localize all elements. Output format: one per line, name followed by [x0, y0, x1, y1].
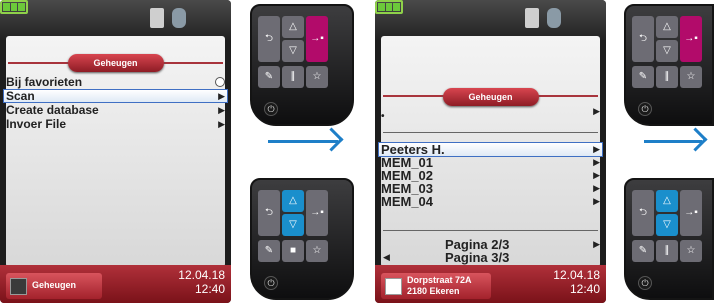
divider: [383, 132, 598, 133]
down-key[interactable]: ▽: [656, 214, 678, 236]
pause-key[interactable]: ∥: [282, 66, 304, 88]
device-screen-menu: Geheugen Bij favorieten Scan ▶ Create da…: [0, 0, 231, 303]
back-key[interactable]: ⮌: [632, 190, 654, 236]
date-text: 12.04.18: [178, 268, 225, 282]
address-icon: [385, 278, 402, 295]
enter-key[interactable]: →▪: [306, 16, 328, 62]
address-line2: 2180 Ekeren: [407, 286, 460, 296]
menu-title: Geheugen: [442, 88, 539, 106]
down-key[interactable]: ▽: [282, 40, 304, 62]
list-item-label: MEM_04: [381, 194, 434, 209]
edit-key[interactable]: ✎: [258, 240, 280, 262]
menu-item-invoer-file[interactable]: Invoer File ▶: [4, 118, 227, 130]
power-icon[interactable]: ⏻: [638, 276, 652, 290]
footer-address: Dorpstraat 72A 2180 Ekeren: [407, 275, 472, 297]
page-prev[interactable]: ◀ Pagina 3/3: [379, 251, 602, 264]
down-key[interactable]: ▽: [656, 40, 678, 62]
address-line1: Dorpstraat 72A: [407, 275, 472, 285]
menu-item-label: Invoer File: [6, 117, 67, 131]
datetime: 12.04.18 12:40: [178, 268, 225, 296]
footer-label: Geheugen: [32, 280, 77, 290]
battery-icon: [375, 0, 403, 14]
star-key[interactable]: ☆: [306, 240, 328, 262]
keypad-navigate: ⮌ △ ▽ →▪ ✎ ∥ ☆ ⏻: [624, 178, 714, 300]
footer-bar: Geheugen 12.04.18 12:40: [0, 265, 231, 303]
device-screen-list: Geheugen • ▶ Peeters H. ▶ MEM_01 ▶ MEM_0…: [375, 0, 606, 303]
back-key[interactable]: ⮌: [258, 16, 280, 62]
next-step-arrow-icon: [644, 140, 702, 143]
time-text: 12:40: [194, 282, 225, 296]
pause-key[interactable]: ∥: [656, 66, 678, 88]
back-key[interactable]: ⮌: [258, 190, 280, 236]
menu-item-scan[interactable]: Scan ▶: [3, 89, 228, 103]
keypad-enter: ⮌ △ ▽ →▪ ✎ ∥ ☆ ⏻: [250, 4, 354, 126]
memory-menu: Bij favorieten Scan ▶ Create database ▶ …: [3, 76, 228, 130]
footer-tab[interactable]: Dorpstraat 72A 2180 Ekeren: [381, 273, 491, 299]
up-key[interactable]: △: [656, 190, 678, 212]
arrow-left-icon: ◀: [383, 252, 390, 262]
probe-icon: [172, 8, 186, 28]
menu-item-favorites[interactable]: Bij favorieten: [4, 76, 227, 88]
menu-title: Geheugen: [67, 54, 164, 72]
arrow-right-icon: ▶: [218, 105, 225, 115]
status-bar: [0, 0, 231, 40]
arrow-right-icon: ▶: [593, 144, 600, 154]
date-text: 12.04.18: [553, 268, 600, 282]
edit-key[interactable]: ✎: [258, 66, 280, 88]
star-key[interactable]: ☆: [306, 66, 328, 88]
memory-icon: [10, 278, 27, 295]
device-logo-icon: [150, 8, 164, 28]
up-key[interactable]: △: [282, 16, 304, 38]
back-key[interactable]: ⮌: [632, 16, 654, 62]
pause-key[interactable]: ∥: [656, 240, 678, 262]
edit-key[interactable]: ✎: [632, 240, 654, 262]
arrow-right-icon: ▶: [593, 157, 600, 167]
menu-item-label: Scan: [6, 89, 35, 103]
keypad-navigate: ⮌ △ ▽ →▪ ✎ ■ ☆ ⏻: [250, 178, 354, 300]
status-bar: [375, 0, 606, 40]
radio-icon[interactable]: [215, 77, 225, 87]
down-key[interactable]: ▽: [282, 214, 304, 236]
memory-list: Peeters H. ▶ MEM_01 ▶ MEM_02 ▶ MEM_03 ▶ …: [378, 142, 603, 208]
enter-key[interactable]: →▪: [306, 190, 328, 236]
arrow-right-icon: ▶: [593, 196, 600, 206]
enter-key[interactable]: →▪: [680, 190, 702, 236]
stop-key[interactable]: ■: [282, 240, 304, 262]
footer-bar: Dorpstraat 72A 2180 Ekeren 12.04.18 12:4…: [375, 265, 606, 303]
power-icon[interactable]: ⏻: [264, 276, 278, 290]
star-key[interactable]: ☆: [680, 240, 702, 262]
power-icon[interactable]: ⏻: [638, 102, 652, 116]
star-key[interactable]: ☆: [680, 66, 702, 88]
list-item[interactable]: MEM_04 ▶: [379, 195, 602, 208]
keypad-enter: ⮌ △ ▽ →▪ ✎ ∥ ☆ ⏻: [624, 4, 714, 126]
device-logo-icon: [525, 8, 539, 28]
time-text: 12:40: [569, 282, 600, 296]
arrow-right-icon: ▶: [593, 239, 600, 249]
edit-key[interactable]: ✎: [632, 66, 654, 88]
menu-item-label: Create database: [6, 103, 99, 117]
battery-icon: [0, 0, 28, 14]
arrow-right-icon: ▶: [218, 119, 225, 129]
up-key[interactable]: △: [282, 190, 304, 212]
power-icon[interactable]: ⏻: [264, 102, 278, 116]
menu-item-create-database[interactable]: Create database ▶: [4, 104, 227, 116]
page-prev-label: Pagina 3/3: [445, 250, 510, 265]
menu-item-label: Bij favorieten: [6, 75, 83, 89]
up-key[interactable]: △: [656, 16, 678, 38]
arrow-right-icon: ▶: [593, 183, 600, 193]
bullet-text: •: [381, 111, 385, 122]
arrow-right-icon: ▶: [593, 106, 600, 116]
next-step-arrow-icon: [268, 140, 338, 143]
footer-tab[interactable]: Geheugen: [6, 273, 102, 299]
arrow-right-icon: ▶: [593, 170, 600, 180]
list-item-bullet[interactable]: • ▶: [379, 106, 602, 122]
divider: [383, 230, 598, 231]
enter-key[interactable]: →▪: [680, 16, 702, 62]
probe-icon: [547, 8, 561, 28]
datetime: 12.04.18 12:40: [553, 268, 600, 296]
arrow-right-icon: ▶: [218, 91, 225, 101]
